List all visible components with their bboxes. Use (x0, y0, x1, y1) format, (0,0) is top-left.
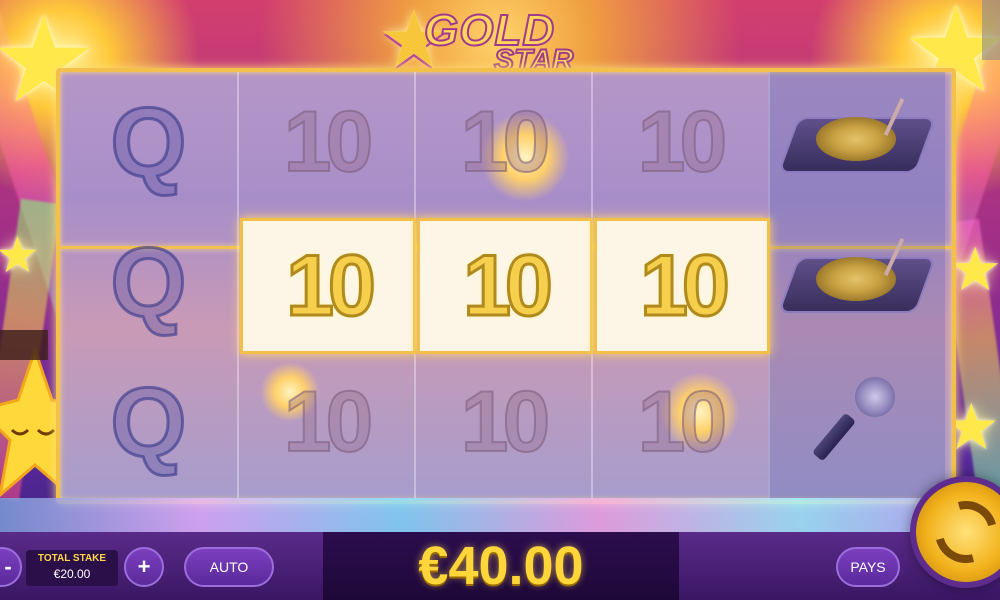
star-decoration-icon: ★ (0, 227, 40, 283)
symbol-cell: 10 (237, 352, 414, 492)
symbol-cell: Q (60, 212, 237, 352)
symbol-10: 10 (637, 93, 729, 191)
symbol-10: 10 (637, 373, 729, 471)
autoplay-button[interactable]: AUTO (184, 547, 274, 587)
symbol-10: 10 (460, 373, 552, 471)
turntable-icon (780, 97, 933, 187)
symbol-q: Q (109, 365, 188, 478)
symbol-10: 10 (639, 236, 732, 335)
microphone-icon (787, 367, 927, 477)
symbol-10: 10 (285, 236, 378, 335)
symbol-cell: Q (60, 352, 237, 492)
total-stake-value: €20.00 (53, 567, 91, 581)
symbol-cell: 10 (591, 352, 768, 492)
symbol-cell: 10 (237, 72, 414, 212)
symbol-cell: 10 (591, 72, 768, 212)
symbol-10: 10 (283, 93, 375, 191)
total-stake-label: TOTAL STAKE (37, 553, 107, 564)
increase-stake-button[interactable]: + (124, 547, 164, 587)
symbol-q: Q (109, 85, 188, 198)
symbol-10: 10 (460, 93, 552, 191)
reel-5 (768, 72, 945, 500)
paytable-button[interactable]: PAYS (836, 547, 900, 587)
symbol-cell (768, 72, 945, 212)
symbol-q: Q (109, 225, 188, 338)
symbol-cell (768, 352, 945, 492)
winning-symbol-cell: 10 (417, 218, 593, 354)
reel-area: Q Q Q 10 10 10 10 10 10 10 10 10 (56, 68, 956, 504)
stage-floor (0, 498, 1000, 532)
symbol-10: 10 (283, 373, 375, 471)
decrease-stake-button[interactable]: - (0, 547, 22, 587)
reel-1: Q Q Q (60, 72, 239, 500)
spin-arrows-icon (923, 489, 1000, 575)
winning-symbol-cell: 10 (594, 218, 770, 354)
symbol-cell: 10 (414, 72, 591, 212)
symbol-cell: 10 (414, 352, 591, 492)
symbol-cell: Q (60, 72, 237, 212)
symbol-cell (768, 212, 945, 352)
turntable-icon (780, 237, 933, 327)
symbol-10: 10 (462, 236, 555, 335)
winning-symbol-cell: 10 (240, 218, 416, 354)
win-display: €40.00 (323, 532, 679, 600)
menu-tab[interactable] (982, 0, 1000, 60)
win-amount: €40.00 (418, 536, 584, 596)
total-stake-display: TOTAL STAKE €20.00 (26, 550, 118, 586)
control-bar: - TOTAL STAKE €20.00 + AUTO €40.00 PAYS (0, 532, 1000, 600)
